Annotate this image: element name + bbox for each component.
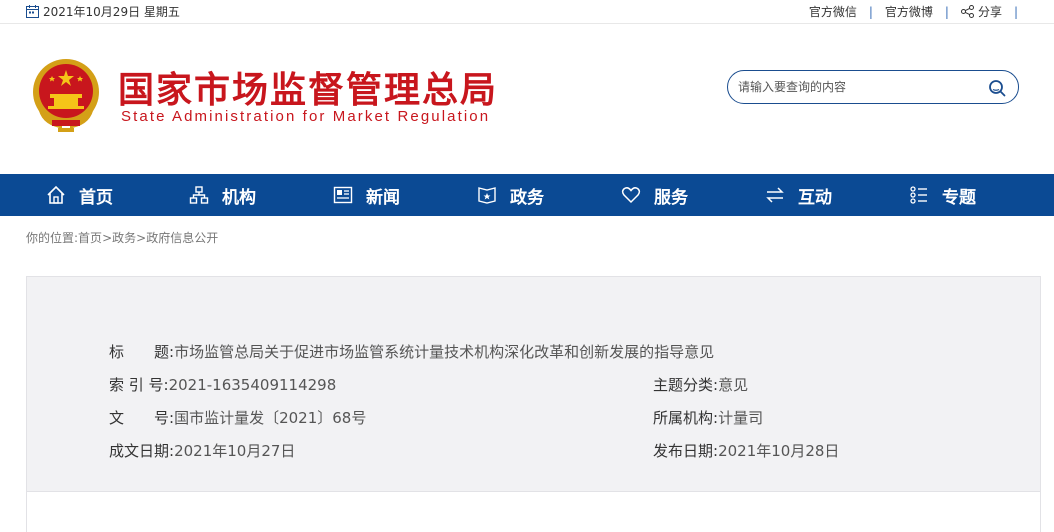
nav-item-news[interactable]: 新闻 xyxy=(333,174,400,216)
share-icon xyxy=(960,5,974,18)
nav-item-affairs[interactable]: 政务 xyxy=(477,174,544,216)
breadcrumb-separator: > xyxy=(102,231,113,245)
exchange-icon xyxy=(766,187,784,203)
created-label: 成文日期: xyxy=(109,442,175,460)
info-row-created: 成文日期:2021年10月27日 xyxy=(109,440,295,461)
weibo-link[interactable]: 官方微博 xyxy=(885,3,933,20)
news-icon xyxy=(333,186,353,204)
title-value: 市场监管总局关于促进市场监管系统计量技术机构深化改革和创新发展的指导意见 xyxy=(174,343,715,361)
search-icon[interactable] xyxy=(988,79,1006,97)
nav-label: 互动 xyxy=(798,187,832,208)
site-title[interactable]: 国家市场监督管理总局 xyxy=(118,61,498,113)
document-body-area xyxy=(26,492,1041,532)
org-label: 所属机构: xyxy=(653,409,719,427)
topic-value: 意见 xyxy=(718,376,749,394)
site-subtitle: State Administration for Market Regulati… xyxy=(121,108,491,125)
breadcrumb-item-home[interactable]: 首页 xyxy=(78,231,102,245)
doc-value: 国市监计量发〔2021〕68号 xyxy=(174,409,367,427)
separator: | xyxy=(1013,4,1018,19)
site-header: 国家市场监督管理总局 State Administration for Mark… xyxy=(0,25,1054,174)
separator: | xyxy=(868,4,873,19)
home-icon xyxy=(47,185,65,204)
nav-label: 政务 xyxy=(510,187,544,208)
share-button[interactable]: 分享 xyxy=(960,3,1002,20)
nav-item-org[interactable]: 机构 xyxy=(189,174,256,216)
search-box xyxy=(727,70,1019,104)
info-row-title: 标 题:市场监管总局关于促进市场监管系统计量技术机构深化改革和创新发展的指导意见 xyxy=(109,341,714,362)
nav-item-topics[interactable]: 专题 xyxy=(909,174,976,216)
title-label: 标 题: xyxy=(109,343,175,361)
nav-item-service[interactable]: 服务 xyxy=(621,174,688,216)
heart-icon xyxy=(621,187,641,204)
info-row-index: 索 引 号:2021-1635409114298 xyxy=(109,374,336,395)
top-links: 官方微信 | 官方微博 | 分享 | xyxy=(809,3,1030,20)
breadcrumb-prefix: 你的位置: xyxy=(26,231,79,245)
top-bar: 2021年10月29日 星期五 官方微信 | 官方微博 | 分享 | xyxy=(0,0,1054,24)
doc-label: 文 号: xyxy=(109,409,175,427)
nav-label: 服务 xyxy=(654,187,688,208)
index-label: 索 引 号: xyxy=(109,376,169,394)
main-nav: 首页 机构 新闻 政务 服务 互动 专题 xyxy=(0,174,1054,216)
breadcrumb-item-disclosure[interactable]: 政府信息公开 xyxy=(146,231,218,245)
topic-label: 主题分类: xyxy=(653,376,719,394)
search-input[interactable] xyxy=(738,79,978,95)
published-value: 2021年10月28日 xyxy=(718,442,840,460)
info-row-topic: 主题分类:意见 xyxy=(653,374,748,395)
nav-label: 新闻 xyxy=(366,187,400,208)
date-display: 2021年10月29日 星期五 xyxy=(26,3,180,20)
nav-item-interact[interactable]: 互动 xyxy=(765,174,832,216)
national-emblem-icon[interactable] xyxy=(30,56,102,132)
wechat-link[interactable]: 官方微信 xyxy=(809,3,857,20)
breadcrumb-separator: > xyxy=(136,231,147,245)
topic-list-icon xyxy=(910,186,927,204)
nav-label: 机构 xyxy=(222,187,256,208)
breadcrumb: 你的位置:首页>政务>政府信息公开 xyxy=(26,229,218,246)
org-value: 计量司 xyxy=(718,409,764,427)
info-row-published: 发布日期:2021年10月28日 xyxy=(653,440,839,461)
nav-label: 专题 xyxy=(942,187,976,208)
nav-item-home[interactable]: 首页 xyxy=(46,174,113,216)
calendar-icon xyxy=(26,5,39,18)
created-value: 2021年10月27日 xyxy=(174,442,296,460)
index-value: 2021-1635409114298 xyxy=(168,376,337,394)
info-row-docnum: 文 号:国市监计量发〔2021〕68号 xyxy=(109,407,366,428)
info-row-org: 所属机构:计量司 xyxy=(653,407,763,428)
separator: | xyxy=(944,4,949,19)
breadcrumb-item-affairs[interactable]: 政务 xyxy=(112,231,136,245)
nav-label: 首页 xyxy=(79,187,113,208)
date-text: 2021年10月29日 星期五 xyxy=(43,5,180,19)
share-label: 分享 xyxy=(977,5,1002,19)
affairs-icon xyxy=(478,187,496,204)
org-chart-icon xyxy=(189,186,209,204)
published-label: 发布日期: xyxy=(653,442,719,460)
